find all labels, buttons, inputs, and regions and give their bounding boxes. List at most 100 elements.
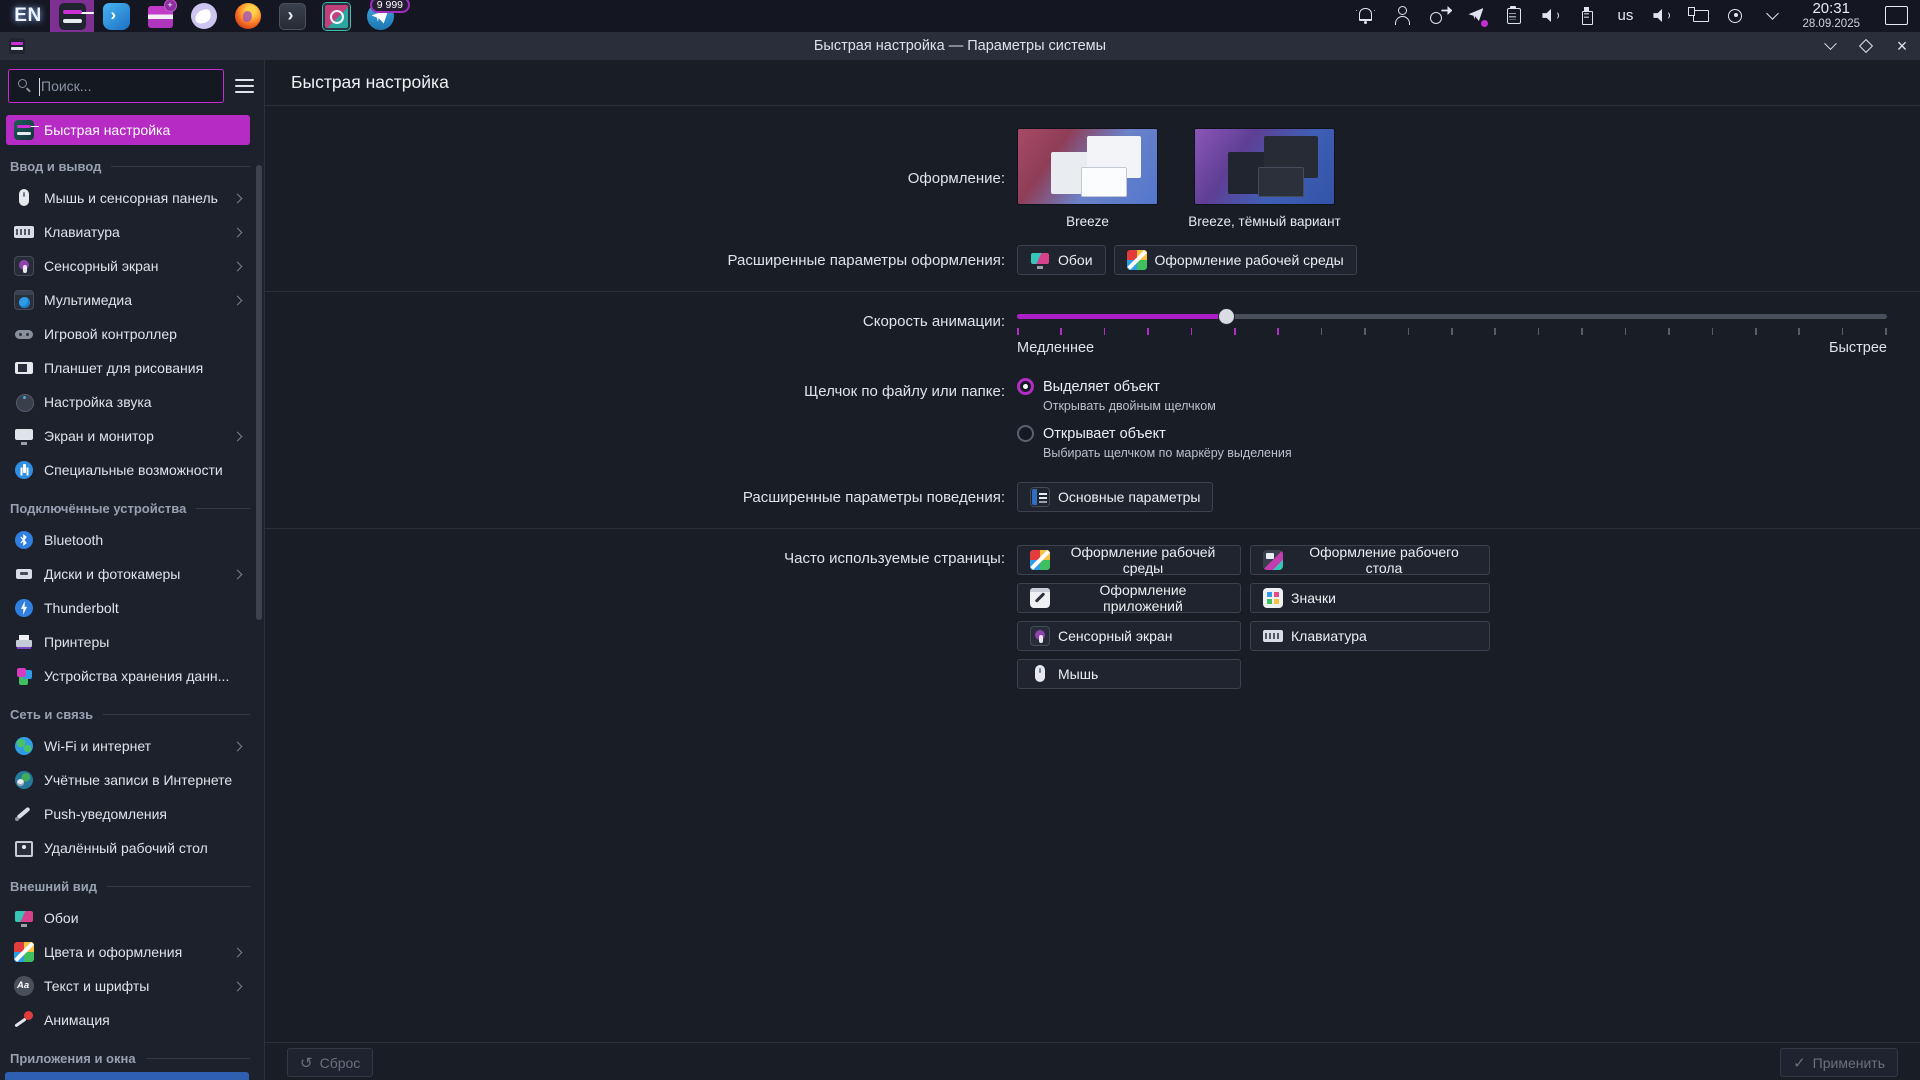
slider-handle[interactable] xyxy=(1218,308,1235,325)
sidebar-item-label: Игровой контроллер xyxy=(44,326,244,342)
night-color-icon[interactable] xyxy=(1724,4,1748,28)
theme-option[interactable]: Breeze xyxy=(1017,128,1158,229)
sidebar-item[interactable]: Диски и фотокамеры xyxy=(6,557,250,591)
close-button[interactable]: × xyxy=(1894,38,1910,54)
sidebar-item[interactable]: Удалённый рабочий стол xyxy=(6,831,250,865)
screen-layout-icon[interactable] xyxy=(1687,4,1711,28)
sidebar-item[interactable]: Thunderbolt xyxy=(6,591,250,625)
taskbar-app-telegram[interactable]: 9 999 xyxy=(358,0,402,32)
theme-preview-dark[interactable] xyxy=(1194,128,1335,205)
telegram-tray-icon[interactable] xyxy=(1465,4,1489,28)
maximize-button[interactable] xyxy=(1858,38,1874,54)
theme-preview-light[interactable] xyxy=(1017,128,1158,205)
settings-tile-button[interactable]: Основные параметры xyxy=(1017,482,1213,512)
sidebar-item[interactable]: Клавиатура xyxy=(6,215,250,249)
sidebar-item[interactable]: Обои xyxy=(6,901,250,935)
sidebar-partial-item[interactable] xyxy=(5,1072,249,1080)
radio-option[interactable]: Выделяет объектОткрывать двойным щелчком xyxy=(1017,378,1920,413)
sidebar-item[interactable]: Wi-Fi и интернет xyxy=(6,729,250,763)
radio-selected-icon[interactable] xyxy=(1017,378,1034,395)
slider-tick xyxy=(1712,328,1714,335)
window-titlebar[interactable]: Быстрая настройка — Параметры системы × xyxy=(0,32,1920,60)
theme-option[interactable]: Breeze, тёмный вариант xyxy=(1194,128,1335,229)
colors-icon xyxy=(1127,250,1147,270)
network-share-icon[interactable] xyxy=(1428,4,1452,28)
taskbar-app-discover[interactable] xyxy=(94,0,138,32)
sidebar-section-header: Приложения и окна xyxy=(6,1043,250,1073)
radio-option[interactable]: Открывает объектВыбирать щелчком по марк… xyxy=(1017,425,1920,460)
apply-button[interactable]: ✓ Применить xyxy=(1780,1048,1898,1077)
sidebar-item[interactable]: Принтеры xyxy=(6,625,250,659)
media-volume-icon[interactable] xyxy=(1650,4,1674,28)
sidebar-scrollbar[interactable] xyxy=(256,165,262,620)
taskbar-app-file-manager[interactable] xyxy=(138,0,182,32)
taskbar-app-thunderbird[interactable] xyxy=(182,0,226,32)
sidebar-item[interactable]: Устройства хранения данн... xyxy=(6,659,250,693)
button-label: Клавиатура xyxy=(1291,628,1367,644)
sidebar-item[interactable]: Специальные возможности xyxy=(6,453,250,487)
show-desktop-button[interactable] xyxy=(1885,6,1908,25)
user-switcher-icon[interactable] xyxy=(1391,4,1415,28)
notifications-icon[interactable] xyxy=(1354,4,1378,28)
taskbar-app-keyboard-layout[interactable]: EN xyxy=(6,0,50,32)
sidebar-item[interactable]: Экран и монитор xyxy=(6,419,250,453)
search-input[interactable] xyxy=(9,70,223,102)
chevron-right-icon xyxy=(233,741,243,751)
mouse-button[interactable]: Мышь xyxy=(1017,659,1241,689)
search-box[interactable] xyxy=(8,69,224,103)
slider-ticks xyxy=(1017,328,1887,335)
taskbar-app-screen-recorder[interactable] xyxy=(314,0,358,32)
behavior-settings-label: Расширенные параметры поведения: xyxy=(265,489,1005,506)
menu-button[interactable] xyxy=(232,74,256,98)
sidebar-item[interactable]: Анимация xyxy=(6,1003,250,1037)
clock[interactable]: 20:31 28.09.2025 xyxy=(1802,1,1860,30)
text-caret xyxy=(39,78,40,96)
colors-button[interactable]: Оформление рабочей среды xyxy=(1017,545,1241,575)
taskbar-app-system-settings[interactable] xyxy=(50,0,94,32)
app-style-button[interactable]: Оформление приложений xyxy=(1017,583,1241,613)
mouse-icon xyxy=(14,188,34,208)
sidebar-item-selected[interactable]: Быстрая настройка xyxy=(6,115,250,145)
sidebar-item[interactable]: Учётные записи в Интернете xyxy=(6,763,250,797)
file-manager-icon xyxy=(147,3,174,30)
radio-unselected-icon[interactable] xyxy=(1017,425,1034,442)
sidebar-item-label: Цвета и оформления xyxy=(44,944,224,960)
sidebar-item-label: Планшет для рисования xyxy=(44,360,244,376)
window-body: Быстрая настройкаВвод и выводМышь и сенс… xyxy=(0,60,1920,1080)
animation-speed-slider[interactable]: Медленнее Быстрее xyxy=(1017,308,1887,356)
removable-device-icon[interactable] xyxy=(1576,4,1600,28)
minimize-button[interactable] xyxy=(1822,38,1838,54)
clipboard-icon[interactable] xyxy=(1502,4,1526,28)
reset-button[interactable]: ↺ Сброс xyxy=(287,1048,373,1077)
button-label: Оформление рабочего стола xyxy=(1291,544,1477,576)
sidebar-item[interactable]: Мультимедиа xyxy=(6,283,250,317)
icons-button[interactable]: Значки xyxy=(1250,583,1490,613)
audio-volume-icon[interactable] xyxy=(1539,4,1563,28)
colors-button[interactable]: Оформление рабочей среды xyxy=(1114,245,1357,275)
colors-icon xyxy=(1030,550,1050,570)
sidebar-item[interactable]: Настройка звука xyxy=(6,385,250,419)
sidebar-item[interactable]: Мышь и сенсорная панель xyxy=(6,181,250,215)
sidebar-item[interactable]: Текст и шрифты xyxy=(6,969,250,1003)
disks-icon xyxy=(14,564,34,584)
button-label: Основные параметры xyxy=(1058,489,1200,505)
taskbar-app-terminal[interactable] xyxy=(270,0,314,32)
keyboard-button[interactable]: Клавиатура xyxy=(1250,621,1490,651)
sidebar-item[interactable]: Сенсорный экран xyxy=(6,249,250,283)
taskbar-app-firefox[interactable] xyxy=(226,0,270,32)
keyboard-layout-tray-icon[interactable]: us xyxy=(1613,4,1637,28)
touchscreen-button[interactable]: Сенсорный экран xyxy=(1017,621,1241,651)
online-accounts-icon xyxy=(14,770,34,790)
sidebar-item[interactable]: Bluetooth xyxy=(6,523,250,557)
expand-tray-icon[interactable] xyxy=(1761,4,1785,28)
wallpaper-button[interactable]: Обои xyxy=(1017,245,1106,275)
desktop-theme-button[interactable]: Оформление рабочего стола xyxy=(1250,545,1490,575)
main-content: Быстрая настройка Оформление: BreezeBree… xyxy=(265,60,1920,1080)
slider-tick xyxy=(1755,328,1757,335)
sidebar-item[interactable]: Push-уведомления xyxy=(6,797,250,831)
sidebar-item[interactable]: Планшет для рисования xyxy=(6,351,250,385)
sidebar-item[interactable]: Игровой контроллер xyxy=(6,317,250,351)
sidebar-item[interactable]: Цвета и оформления xyxy=(6,935,250,969)
keyboard-layout-tray-label: us xyxy=(1618,7,1634,24)
sidebar-item-label: Обои xyxy=(44,910,244,926)
